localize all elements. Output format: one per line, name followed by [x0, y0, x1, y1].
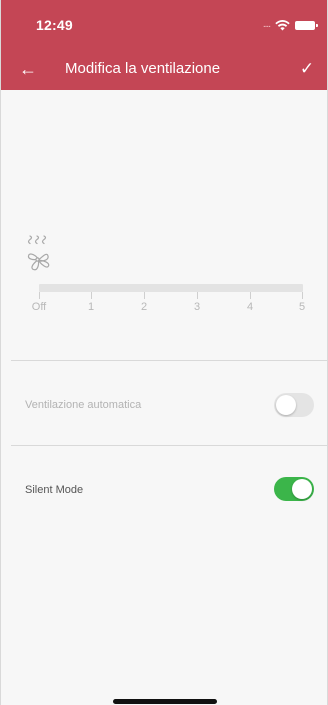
home-indicator — [113, 699, 217, 704]
slider-label-2: 2 — [140, 301, 148, 313]
fan-speed-slider[interactable] — [39, 284, 303, 299]
confirm-button[interactable]: ✓ — [295, 58, 319, 80]
slider-label-4: 4 — [246, 301, 254, 313]
status-time: 12:49 — [36, 17, 73, 33]
battery-icon — [295, 20, 318, 30]
slider-tick — [91, 292, 92, 299]
slider-label-off: Off — [31, 301, 47, 313]
auto-ventilation-toggle[interactable] — [274, 393, 314, 417]
toggle-knob — [276, 395, 296, 415]
wifi-icon — [275, 19, 290, 30]
slider-label-3: 3 — [193, 301, 201, 313]
slider-tick — [144, 292, 145, 299]
silent-mode-toggle[interactable] — [274, 477, 314, 501]
page-title: Modifica la ventilazione — [65, 60, 221, 77]
app-header: 12:49 .... ← Modifica la ventilazione ✓ — [1, 0, 327, 90]
slider-label-1: 1 — [87, 301, 95, 313]
section-divider — [11, 445, 327, 446]
toggle-knob — [292, 479, 312, 499]
app-screen: 12:49 .... ← Modifica la ventilazione ✓ — [0, 0, 328, 705]
status-icons: .... — [262, 18, 318, 32]
fan-icon — [27, 235, 50, 271]
slider-tick — [302, 292, 303, 299]
auto-ventilation-label: Ventilazione automatica — [25, 399, 142, 411]
signal-icon: .... — [262, 19, 271, 30]
slider-label-5: 5 — [298, 301, 306, 313]
section-divider — [11, 360, 327, 361]
back-button[interactable]: ← — [19, 58, 43, 80]
silent-mode-label: Silent Mode — [25, 484, 84, 496]
slider-tick — [250, 292, 251, 299]
slider-track — [39, 284, 303, 292]
slider-tick — [39, 292, 40, 299]
slider-tick — [197, 292, 198, 299]
